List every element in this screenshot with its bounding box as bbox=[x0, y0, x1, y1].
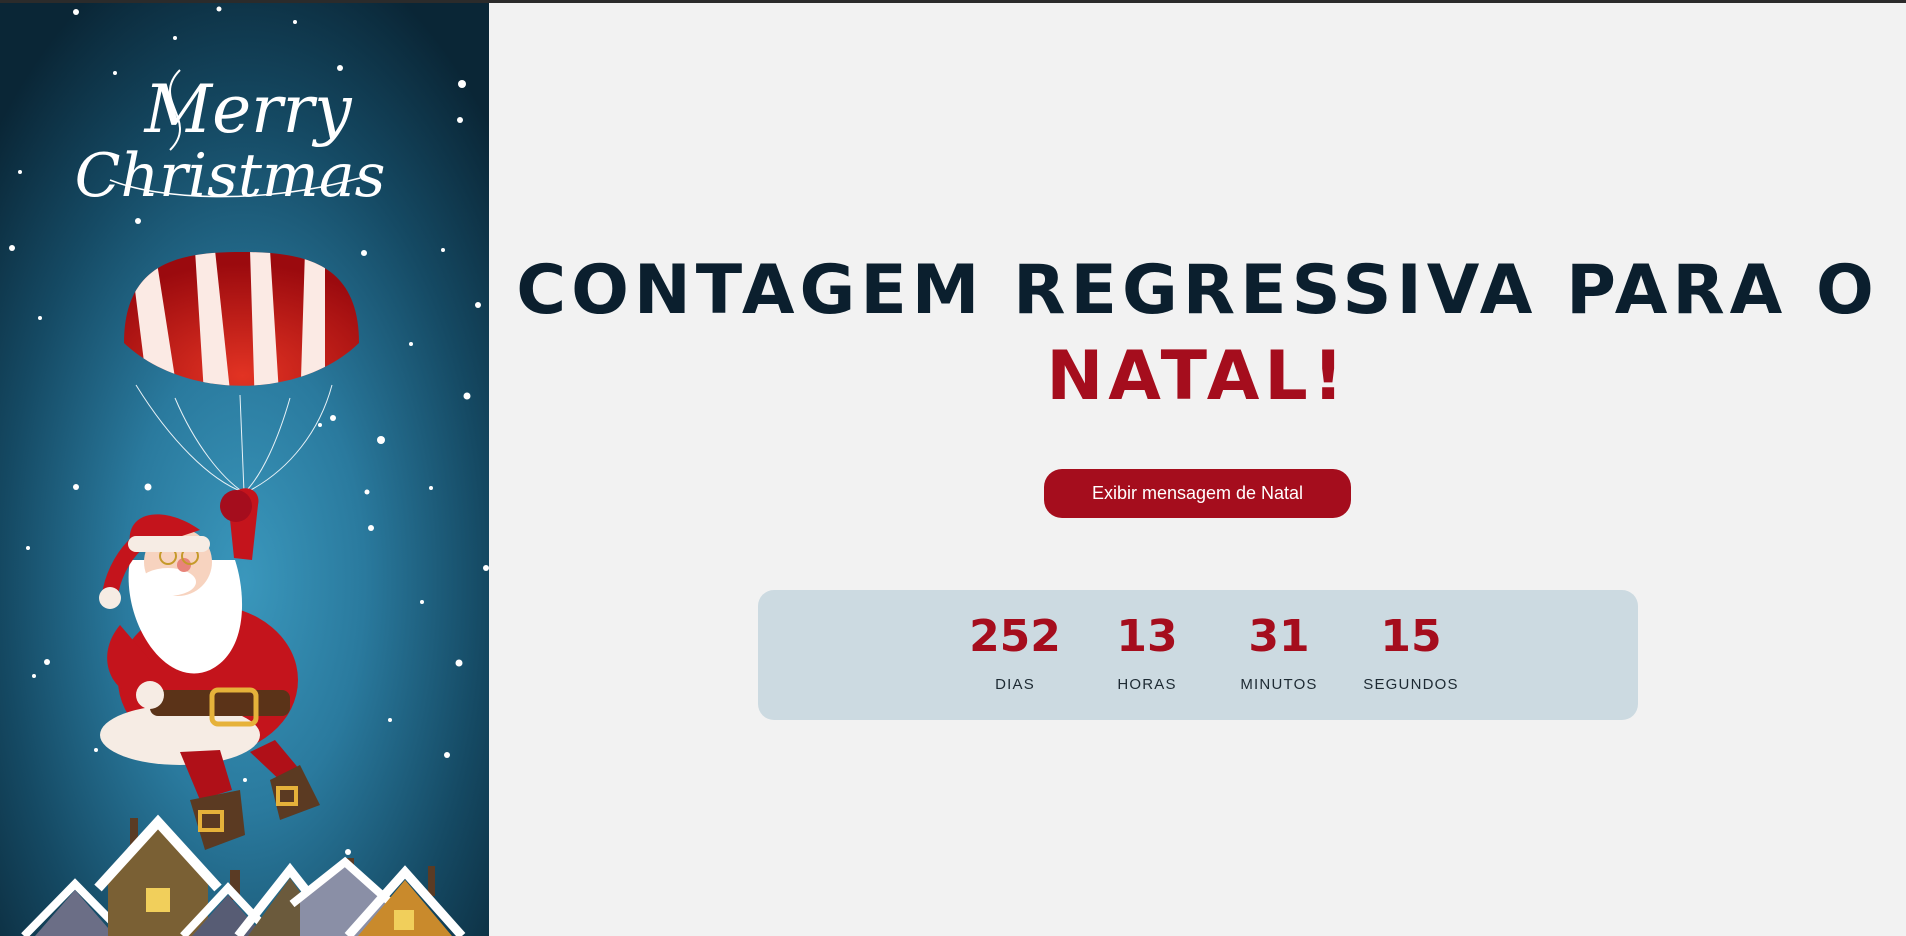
santa-figure bbox=[99, 488, 320, 850]
countdown-days: 252 DIAS bbox=[950, 611, 1080, 694]
hours-value: 13 bbox=[1116, 611, 1178, 662]
show-christmas-message-button[interactable]: Exibir mensagem de Natal bbox=[1044, 469, 1351, 518]
page-title: CONTAGEM REGRESSIVA PARA O NATAL! bbox=[489, 248, 1906, 420]
seconds-value: 15 bbox=[1380, 611, 1442, 662]
countdown-minutes: 31 MINUTOS bbox=[1214, 611, 1344, 694]
title-main: CONTAGEM REGRESSIVA PARA O bbox=[516, 251, 1879, 330]
hours-label: HORAS bbox=[1117, 676, 1177, 693]
parachute bbox=[124, 252, 359, 493]
countdown-panel: 252 DIAS 13 HORAS 31 MINUTOS 15 SEGUNDOS bbox=[758, 590, 1638, 720]
svg-text:Christmas: Christmas bbox=[75, 141, 386, 211]
countdown-main: CONTAGEM REGRESSIVA PARA O NATAL! Exibir… bbox=[489, 3, 1906, 936]
title-accent: NATAL! bbox=[1046, 337, 1349, 416]
countdown-seconds: 15 SEGUNDOS bbox=[1346, 611, 1476, 694]
days-label: DIAS bbox=[995, 676, 1035, 693]
minutes-value: 31 bbox=[1248, 611, 1310, 662]
merry-christmas-logo: Merry Christmas bbox=[75, 69, 386, 211]
santa-parachute-illustration: Merry Christmas bbox=[9, 6, 489, 936]
countdown-hours: 13 HORAS bbox=[1082, 611, 1212, 694]
seconds-label: SEGUNDOS bbox=[1363, 676, 1459, 693]
christmas-illustration-panel: Merry Christmas bbox=[0, 0, 489, 936]
minutes-label: MINUTOS bbox=[1240, 676, 1318, 693]
window-top-border bbox=[0, 0, 1906, 3]
days-value: 252 bbox=[969, 611, 1061, 662]
